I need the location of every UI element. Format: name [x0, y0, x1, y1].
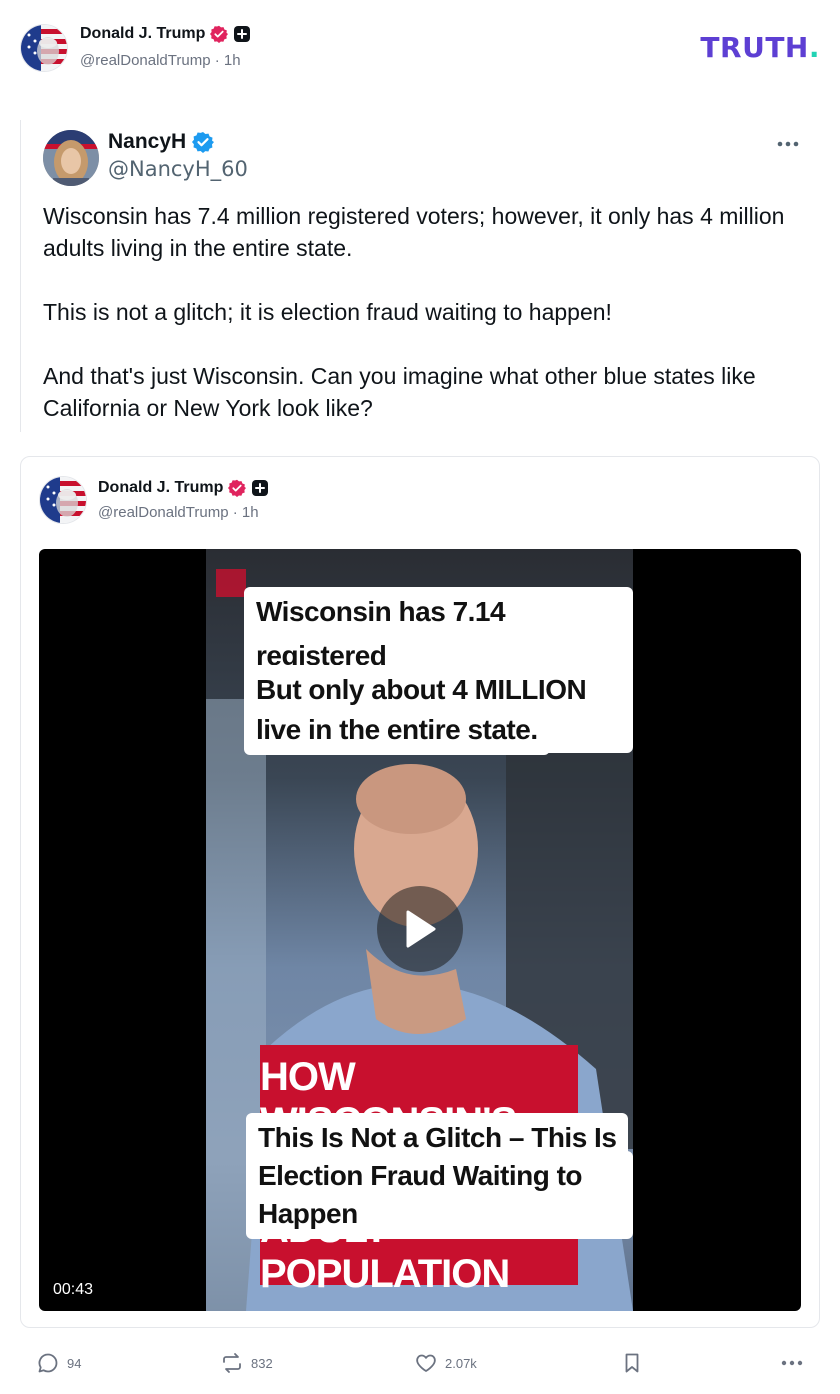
embedded-author-avatar	[43, 130, 99, 186]
logo-text: TRUTH	[700, 31, 809, 64]
embedded-author-name-row: NancyH	[108, 130, 215, 154]
retruth-count: 832	[251, 1355, 273, 1371]
quoted-post-time: · 1h	[232, 504, 259, 521]
quoted-post-card[interactable]: Donald J. Trump @realDonaldTrump · 1h Wi…	[20, 456, 820, 1328]
embedded-paragraph: Wisconsin has 7.4 million registered vot…	[43, 203, 785, 261]
embedded-post-text: Wisconsin has 7.4 million registered vot…	[43, 200, 813, 424]
quoted-author-avatar[interactable]	[39, 476, 87, 524]
portrait-avatar-icon	[43, 130, 99, 186]
reply-count: 94	[67, 1355, 82, 1371]
more-options-button[interactable]	[780, 1340, 804, 1386]
embedded-author-name: NancyH	[108, 130, 187, 153]
author-name[interactable]: Donald J. Trump	[80, 25, 205, 43]
video-caption: Election Fraud Waiting to Happen	[246, 1151, 633, 1239]
video-caption: live in the entire state.	[244, 705, 550, 755]
reply-icon	[38, 1353, 58, 1373]
quoted-author-name[interactable]: Donald J. Trump	[98, 479, 223, 497]
embedded-post-screenshot: NancyH @NancyH_60 Wisconsin has 7.4 mill…	[20, 120, 820, 432]
bookmark-icon	[625, 1353, 639, 1373]
plus-badge-icon	[234, 26, 251, 42]
author-handle[interactable]: @realDonaldTrump	[80, 52, 211, 69]
flag-portrait-icon	[21, 25, 67, 71]
post-time: · 1h	[214, 52, 241, 69]
logo-dot: .	[808, 31, 820, 64]
flag-portrait-icon	[40, 477, 86, 523]
more-icon	[781, 1360, 803, 1366]
embedded-paragraph: This is not a glitch; it is election fra…	[43, 299, 612, 325]
video-duration: 00:43	[53, 1281, 94, 1298]
embedded-paragraph: And that's just Wisconsin. Can you imagi…	[43, 363, 756, 421]
like-count: 2.07k	[445, 1355, 477, 1371]
author-avatar[interactable]	[20, 24, 68, 72]
embedded-more-icon	[776, 132, 800, 156]
like-button[interactable]: 2.07k	[414, 1340, 477, 1386]
retruth-icon	[223, 1353, 241, 1373]
plus-badge-icon	[252, 480, 269, 496]
x-verified-badge-icon	[192, 132, 215, 153]
author-handle-row: @realDonaldTrump · 1h	[80, 52, 241, 69]
post-header: Donald J. Trump @realDonaldTrump · 1h TR…	[0, 0, 840, 100]
play-icon	[406, 910, 436, 948]
author-name-row: Donald J. Trump	[80, 25, 251, 43]
verified-badge-icon	[210, 25, 229, 43]
heart-icon	[416, 1354, 436, 1372]
verified-badge-icon	[228, 479, 247, 497]
quoted-author-name-row: Donald J. Trump	[98, 479, 269, 497]
video-player[interactable]: Wisconsin has 7.14 MILLION registered vo…	[39, 549, 801, 1311]
reply-button[interactable]: 94	[36, 1340, 81, 1386]
quoted-author-handle-row: @realDonaldTrump · 1h	[98, 504, 259, 521]
retruth-button[interactable]: 832	[220, 1340, 273, 1386]
post-action-bar: 94 832 2.07k	[0, 1340, 840, 1386]
embedded-author-handle: @NancyH_60	[108, 157, 248, 181]
quoted-author-handle[interactable]: @realDonaldTrump	[98, 504, 229, 521]
bookmark-button[interactable]	[620, 1340, 644, 1386]
play-button[interactable]	[377, 886, 463, 972]
truth-logo[interactable]: TRUTH.	[700, 31, 820, 64]
